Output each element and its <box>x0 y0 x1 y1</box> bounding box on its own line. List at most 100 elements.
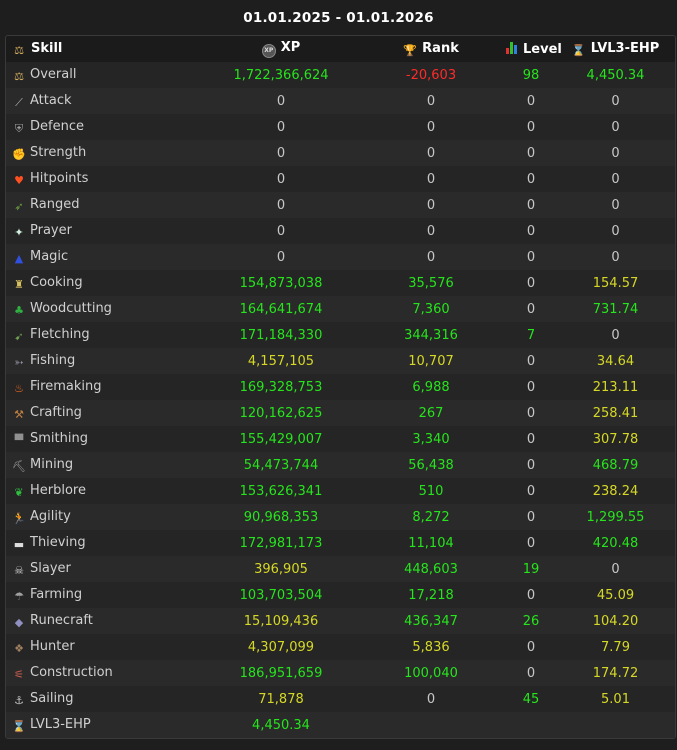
rank-value: 0 <box>426 145 436 161</box>
rank-value: 0 <box>426 93 436 109</box>
xp-value: 155,429,007 <box>239 431 323 447</box>
prayer-star-icon: ✦ <box>14 225 24 239</box>
rank-value: 0 <box>426 223 436 239</box>
mask-icon: ▬ <box>13 537 25 551</box>
ehp-value: 4,450.34 <box>586 67 645 83</box>
skill-name: Fishing <box>30 352 76 368</box>
table-row: ⚟ Construction 186,951,659 100,040 0 174.72 <box>6 660 675 686</box>
xp-value: 153,626,341 <box>239 483 323 499</box>
skill-name: Agility <box>30 508 71 524</box>
table-header-row: ⚖ Skill XP XP 🏆 Rank Level ⌛ LVL3-EHP <box>6 36 675 62</box>
rank-value: 7,360 <box>412 301 450 317</box>
xp-value: 4,157,105 <box>247 353 315 369</box>
skill-name: Firemaking <box>30 378 102 394</box>
skill-cell: ♜ Cooking <box>6 270 206 296</box>
xp-value: 0 <box>276 171 286 187</box>
skill-name: Cooking <box>30 274 83 290</box>
rank-value: 5,836 <box>412 639 450 655</box>
skill-name: Prayer <box>30 222 72 238</box>
skill-cell: ☂ Farming <box>6 582 206 608</box>
table-row: ➶ Ranged 0 0 0 0 <box>6 192 675 218</box>
skill-cell: ◆ Runecraft <box>6 608 206 634</box>
ehp-value: 5.01 <box>601 691 630 707</box>
table-row: ⚖ Overall 1,722,366,624 -20,603 98 4,450.34 <box>6 62 675 88</box>
rank-value: 344,316 <box>404 327 458 343</box>
pickaxe-icon: ⛏ <box>12 459 26 473</box>
level-value: 0 <box>526 535 536 551</box>
rank-value: 0 <box>426 691 436 707</box>
skill-cell: ✊ Strength <box>6 140 206 166</box>
skill-cell: ⟋ Attack <box>6 88 206 114</box>
shield-icon: ⛨ <box>14 121 24 135</box>
empty-cell <box>506 712 556 738</box>
level-header-label: Level <box>523 41 562 57</box>
ehp-value: 0 <box>611 561 620 577</box>
table-row: ♥ Hitpoints 0 0 0 0 <box>6 166 675 192</box>
rank-value: 0 <box>426 171 436 187</box>
level-value: 7 <box>526 327 536 343</box>
rank-column-header[interactable]: 🏆 Rank <box>356 36 506 62</box>
skull-icon: ☠ <box>14 563 24 577</box>
ehp-value: 34.64 <box>596 353 635 369</box>
skill-cell: ▀ Smithing <box>6 426 206 452</box>
level-column-header[interactable]: Level <box>506 36 562 62</box>
skill-cell: ▬ Thieving <box>6 530 206 556</box>
skill-name: Mining <box>30 456 74 472</box>
skill-column-header[interactable]: ⚖ Skill <box>6 36 206 62</box>
ehp-value: 0 <box>611 327 620 343</box>
xp-column-header[interactable]: XP XP <box>206 36 356 62</box>
level-value: 0 <box>526 431 536 447</box>
table-row: ♨ Firemaking 169,328,753 6,988 0 213.11 <box>6 374 675 400</box>
ehp-value: 731.74 <box>592 301 639 317</box>
level-value: 0 <box>526 483 536 499</box>
skill-name: Defence <box>30 118 84 134</box>
xp-value: 1,722,366,624 <box>233 67 329 83</box>
xp-value: 120,162,625 <box>239 405 323 421</box>
skill-name: Strength <box>30 144 87 160</box>
xp-header-label: XP <box>280 40 301 55</box>
table-row: ⚒ Crafting 120,162,625 267 0 258.41 <box>6 400 675 426</box>
rank-value: 8,272 <box>412 509 450 525</box>
rank-value: 100,040 <box>404 665 458 681</box>
runner-icon: 🏃 <box>12 511 26 525</box>
xp-value: 4,307,099 <box>247 639 315 655</box>
level-value: 45 <box>522 691 540 707</box>
level-value: 0 <box>526 301 536 317</box>
skill-cell: ▲ Magic <box>6 244 206 270</box>
ehp-value: 174.72 <box>592 665 639 681</box>
skill-cell: ⚖ Overall <box>6 62 206 88</box>
level-value: 0 <box>526 509 536 525</box>
level-value: 19 <box>522 561 540 577</box>
xp-value: 186,951,659 <box>239 665 323 681</box>
xp-value: 0 <box>276 119 286 135</box>
empty-cell <box>556 712 675 738</box>
sword-icon: ⟋ <box>15 95 23 109</box>
table-row: ☠ Slayer 396,905 448,603 19 0 <box>6 556 675 582</box>
table-row: ❦ Herblore 153,626,341 510 0 238.24 <box>6 478 675 504</box>
skill-cell: ➳ Fishing <box>6 348 206 374</box>
hourglass-icon: ⌛ <box>571 43 586 57</box>
ehp-column-header[interactable]: ⌛ LVL3-EHP <box>556 36 675 62</box>
skill-cell: ⚒ Crafting <box>6 400 206 426</box>
level-value: 0 <box>526 379 536 395</box>
level-value: 0 <box>526 119 536 135</box>
skill-name: Magic <box>30 248 69 264</box>
skills-table: ⚖ Skill XP XP 🏆 Rank Level ⌛ LVL3-EHP ⚖ Overa… <box>6 36 675 738</box>
level-value: 0 <box>526 223 536 239</box>
heart-icon: ♥ <box>14 173 24 187</box>
table-row: ❖ Hunter 4,307,099 5,836 0 7.79 <box>6 634 675 660</box>
skill-name: Smithing <box>30 430 88 446</box>
skill-name: Sailing <box>30 690 74 706</box>
rank-value: 11,104 <box>408 535 454 551</box>
xp-value: 0 <box>276 249 286 265</box>
rank-header-label: Rank <box>422 40 459 56</box>
skill-name: Woodcutting <box>30 300 112 316</box>
table-row: ▀ Smithing 155,429,007 3,340 0 307.78 <box>6 426 675 452</box>
skill-cell: ✦ Prayer <box>6 218 206 244</box>
ehp-value: 0 <box>611 93 620 109</box>
skill-name: Hunter <box>30 638 75 654</box>
xp-value: 169,328,753 <box>239 379 323 395</box>
watering-can-icon: ☂ <box>14 589 24 603</box>
skill-cell: ❖ Hunter <box>6 634 206 660</box>
ehp-value: 0 <box>611 197 620 213</box>
